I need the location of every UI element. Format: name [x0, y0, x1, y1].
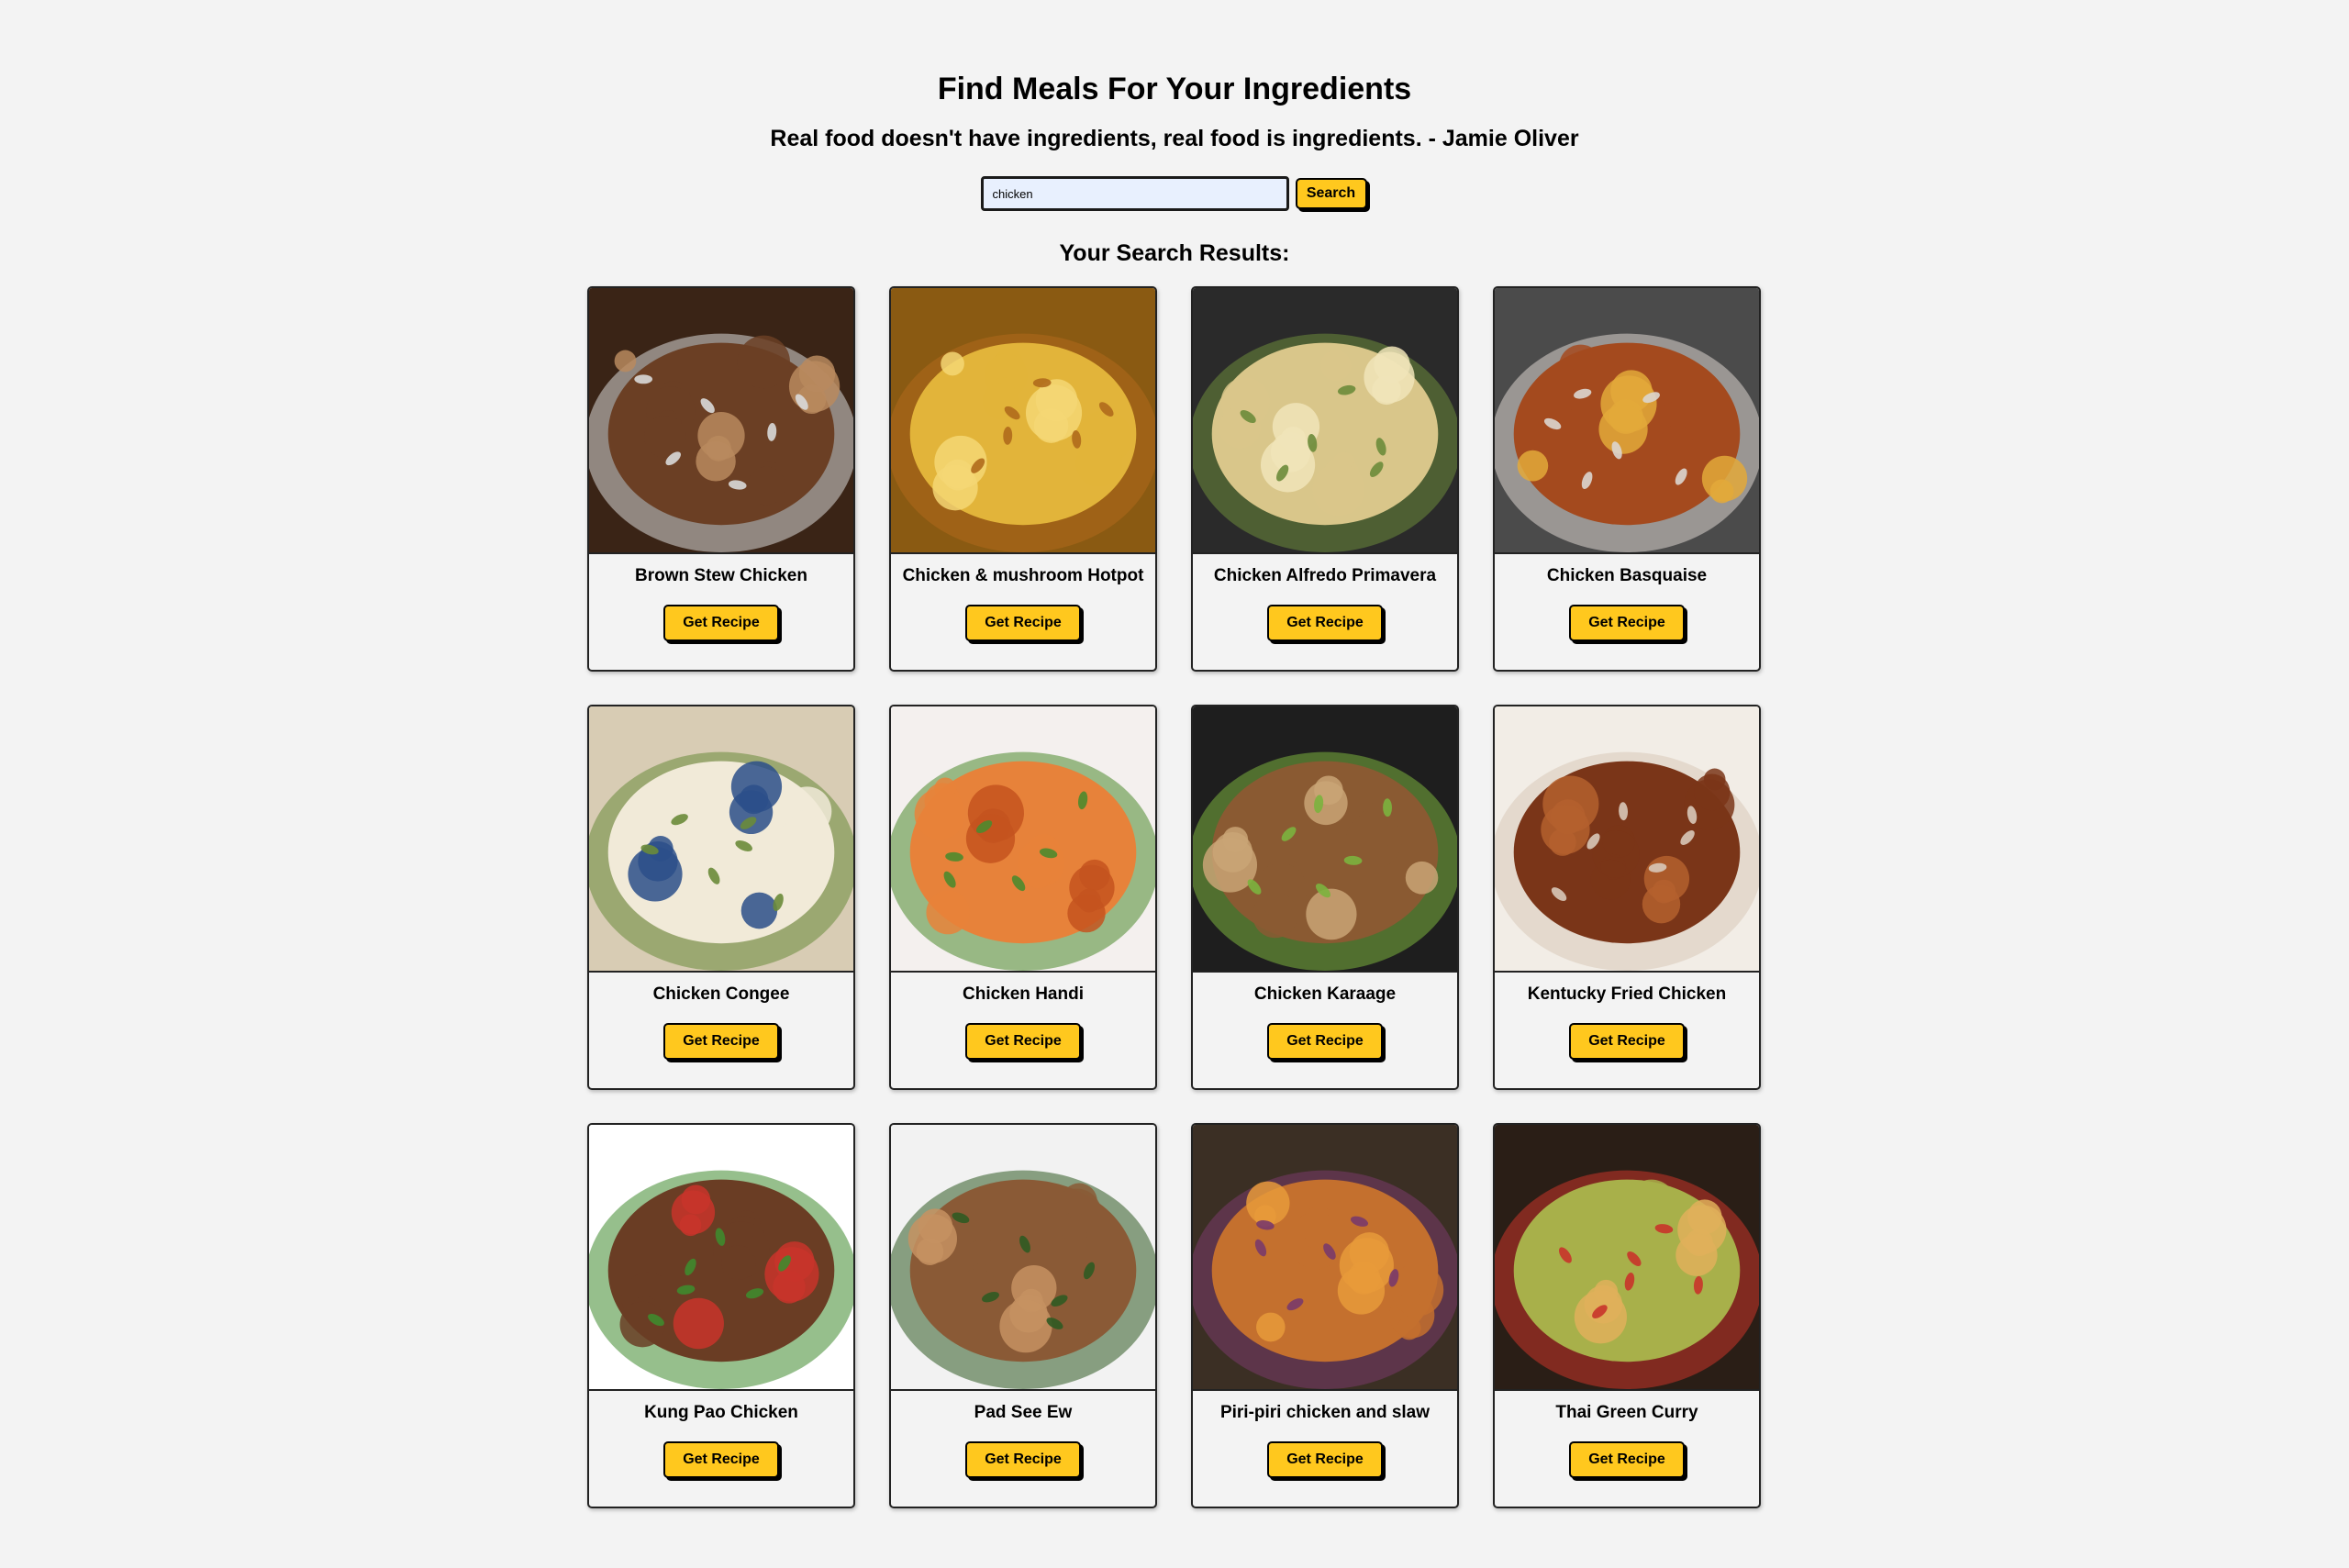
meal-image	[1495, 288, 1759, 554]
search-button[interactable]: Search	[1295, 178, 1367, 209]
get-recipe-button[interactable]: Get Recipe	[965, 605, 1081, 641]
meal-name: Kentucky Fried Chicken	[1527, 984, 1727, 1004]
meal-card: Piri-piri chicken and slaw Get Recipe	[1191, 1123, 1459, 1508]
meal-image	[1193, 706, 1457, 973]
meal-name: Thai Green Curry	[1555, 1403, 1698, 1422]
meal-image	[1193, 288, 1457, 554]
results-grid: Brown Stew Chicken Get Recipe Chicken & mu…	[587, 286, 1762, 1508]
meal-card: Chicken Congee Get Recipe	[587, 705, 855, 1090]
meal-name: Chicken Handi	[963, 984, 1084, 1004]
meal-card: Thai Green Curry Get Recipe	[1493, 1123, 1761, 1508]
meal-card: Pad See Ew Get Recipe	[889, 1123, 1157, 1508]
get-recipe-button[interactable]: Get Recipe	[1569, 1023, 1685, 1060]
meal-name: Pad See Ew	[974, 1403, 1073, 1422]
meal-card: Chicken & mushroom Hotpot Get Recipe	[889, 286, 1157, 672]
meal-name: Chicken Congee	[652, 984, 790, 1004]
search-input[interactable]	[980, 176, 1289, 211]
get-recipe-button[interactable]: Get Recipe	[965, 1441, 1081, 1478]
meal-name: Piri-piri chicken and slaw	[1219, 1403, 1431, 1422]
meal-card: Chicken Basquaise Get Recipe	[1493, 286, 1761, 672]
meal-name: Chicken Basquaise	[1546, 566, 1708, 585]
get-recipe-button[interactable]: Get Recipe	[1267, 1023, 1383, 1060]
meal-image	[589, 288, 853, 554]
meal-card: Brown Stew Chicken Get Recipe	[587, 286, 855, 672]
meal-name: Chicken & mushroom Hotpot	[902, 566, 1144, 585]
get-recipe-button[interactable]: Get Recipe	[663, 1023, 779, 1060]
get-recipe-button[interactable]: Get Recipe	[965, 1023, 1081, 1060]
get-recipe-button[interactable]: Get Recipe	[663, 605, 779, 641]
quote-subtitle: Real food doesn't have ingredients, real…	[770, 126, 1579, 151]
meal-name: Brown Stew Chicken	[635, 566, 807, 585]
meal-name: Kung Pao Chicken	[644, 1403, 798, 1422]
meal-card: Chicken Handi Get Recipe	[889, 705, 1157, 1090]
page-title: Find Meals For Your Ingredients	[937, 72, 1412, 106]
meal-image	[1193, 1125, 1457, 1391]
meal-image	[891, 706, 1155, 973]
meal-card: Chicken Alfredo Primavera Get Recipe	[1191, 286, 1459, 672]
meal-image	[1495, 1125, 1759, 1391]
meal-name: Chicken Karaage	[1253, 984, 1397, 1004]
get-recipe-button[interactable]: Get Recipe	[1569, 605, 1685, 641]
meal-image	[589, 1125, 853, 1391]
results-heading: Your Search Results:	[1059, 240, 1290, 266]
get-recipe-button[interactable]: Get Recipe	[1569, 1441, 1685, 1478]
meal-name: Chicken Alfredo Primavera	[1213, 566, 1437, 585]
meal-card: Kentucky Fried Chicken Get Recipe	[1493, 705, 1761, 1090]
meal-image	[891, 288, 1155, 554]
search-bar: Search	[0, 176, 2349, 211]
meal-card: Kung Pao Chicken Get Recipe	[587, 1123, 855, 1508]
meal-card: Chicken Karaage Get Recipe	[1191, 705, 1459, 1090]
get-recipe-button[interactable]: Get Recipe	[663, 1441, 779, 1478]
get-recipe-button[interactable]: Get Recipe	[1267, 605, 1383, 641]
meal-image	[589, 706, 853, 973]
meal-image	[891, 1125, 1155, 1391]
get-recipe-button[interactable]: Get Recipe	[1267, 1441, 1383, 1478]
meal-image	[1495, 706, 1759, 973]
